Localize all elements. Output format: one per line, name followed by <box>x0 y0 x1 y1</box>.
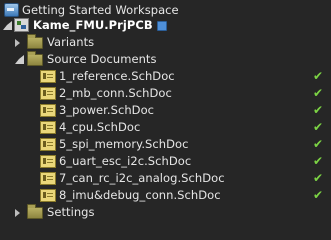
document-row[interactable]: 7_can_rc_i2c_analog.SchDoc ✔ <box>0 169 331 187</box>
document-label: 6_uart_esc_i2c.SchDoc <box>59 154 192 168</box>
check-icon: ✔ <box>313 120 324 134</box>
document-row[interactable]: 1_reference.SchDoc ✔ <box>0 67 331 85</box>
expand-toggle-icon[interactable] <box>15 209 20 217</box>
check-icon: ✔ <box>313 69 324 83</box>
folder-icon <box>27 204 43 219</box>
schematic-document-icon <box>40 70 56 83</box>
check-icon: ✔ <box>313 137 324 151</box>
document-row[interactable]: 6_uart_esc_i2c.SchDoc ✔ <box>0 152 331 170</box>
document-label: 8_imu&debug_conn.SchDoc <box>59 188 221 202</box>
document-label: 7_can_rc_i2c_analog.SchDoc <box>59 171 225 185</box>
schematic-document-icon <box>40 138 56 151</box>
document-label: 4_cpu.SchDoc <box>59 120 141 134</box>
check-icon: ✔ <box>313 154 324 168</box>
document-row[interactable]: 2_mb_conn.SchDoc ✔ <box>0 84 331 102</box>
schematic-document-icon <box>40 155 56 168</box>
document-label: 1_reference.SchDoc <box>59 69 175 83</box>
document-row[interactable]: 8_imu&debug_conn.SchDoc ✔ <box>0 186 331 204</box>
check-icon: ✔ <box>313 171 324 185</box>
schematic-document-icon <box>40 172 56 185</box>
schematic-document-icon <box>40 104 56 117</box>
document-list: 1_reference.SchDoc ✔ 2_mb_conn.SchDoc ✔ 3_po… <box>0 0 331 208</box>
check-icon: ✔ <box>313 103 324 117</box>
document-row[interactable]: 3_power.SchDoc ✔ <box>0 101 331 119</box>
document-row[interactable]: 4_cpu.SchDoc ✔ <box>0 118 331 136</box>
folder-label: Settings <box>47 205 95 219</box>
document-label: 2_mb_conn.SchDoc <box>59 86 172 100</box>
check-icon: ✔ <box>313 86 324 100</box>
schematic-document-icon <box>40 189 56 202</box>
document-label: 5_spi_memory.SchDoc <box>59 137 189 151</box>
document-row[interactable]: 5_spi_memory.SchDoc ✔ <box>0 135 331 153</box>
document-label: 3_power.SchDoc <box>59 103 155 117</box>
schematic-document-icon <box>40 121 56 134</box>
schematic-document-icon <box>40 87 56 100</box>
check-icon: ✔ <box>313 188 324 202</box>
folder-settings[interactable]: Settings <box>0 203 331 221</box>
